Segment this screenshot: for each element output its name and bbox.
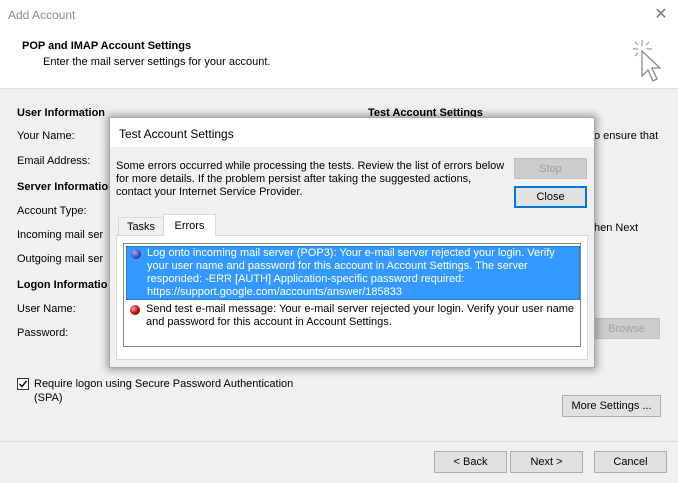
email-address-label: Email Address: bbox=[17, 155, 91, 167]
list-item[interactable]: Log onto incoming mail server (POP3): Yo… bbox=[126, 246, 580, 300]
password-label: Password: bbox=[17, 327, 69, 339]
window-title: Add Account bbox=[8, 8, 76, 22]
list-item[interactable]: Send test e-mail message: Your e-mail se… bbox=[126, 303, 580, 333]
test-description-fragment: o ensure that bbox=[594, 130, 659, 142]
spa-label-line2: (SPA) bbox=[34, 392, 63, 404]
next-instruction-fragment: hen Next bbox=[594, 222, 639, 234]
tab-errors[interactable]: Errors bbox=[163, 214, 216, 236]
dialog-tabs: Tasks Errors Log onto incoming mail serv… bbox=[116, 214, 588, 360]
header-title: POP and IMAP Account Settings bbox=[22, 40, 192, 52]
dialog-message: Some errors occurred while processing th… bbox=[116, 160, 505, 198]
server-information-heading: Server Information bbox=[17, 181, 115, 193]
browse-button[interactable]: Browse bbox=[593, 318, 660, 339]
dialog-title-bar: Test Account Settings bbox=[110, 118, 594, 147]
logon-information-heading: Logon Informatio bbox=[17, 279, 108, 291]
dialog-title: Test Account Settings bbox=[119, 127, 234, 141]
more-settings-button[interactable]: More Settings ... bbox=[562, 395, 661, 417]
close-button[interactable]: Close bbox=[514, 186, 587, 208]
user-name-label: User Name: bbox=[17, 303, 76, 315]
spa-label: Require logon using Secure Password Auth… bbox=[34, 378, 294, 390]
stop-button[interactable]: Stop bbox=[514, 158, 587, 179]
account-type-label: Account Type: bbox=[17, 205, 87, 217]
error-text: Log onto incoming mail server (POP3): Yo… bbox=[147, 247, 555, 298]
cancel-button[interactable]: Cancel bbox=[594, 451, 667, 473]
errors-tab-panel: Log onto incoming mail server (POP3): Yo… bbox=[116, 235, 588, 360]
header-subtitle: Enter the mail server settings for your … bbox=[43, 56, 271, 68]
spa-checkbox[interactable] bbox=[17, 378, 29, 390]
test-account-settings-dialog: Test Account Settings Some errors occurr… bbox=[109, 117, 595, 368]
your-name-label: Your Name: bbox=[17, 130, 75, 142]
info-error-icon bbox=[131, 249, 141, 259]
user-information-heading: User Information bbox=[17, 107, 106, 119]
outgoing-mail-server-label: Outgoing mail ser bbox=[17, 253, 104, 265]
tab-tasks[interactable]: Tasks bbox=[118, 217, 164, 236]
error-list[interactable]: Log onto incoming mail server (POP3): Yo… bbox=[123, 243, 581, 347]
footer-divider bbox=[0, 441, 678, 442]
incoming-mail-server-label: Incoming mail ser bbox=[17, 229, 104, 241]
error-text: Send test e-mail message: Your e-mail se… bbox=[146, 303, 574, 328]
wizard-cursor-icon bbox=[628, 38, 668, 84]
error-icon bbox=[130, 305, 140, 315]
checkmark-icon bbox=[19, 380, 28, 388]
back-button[interactable]: < Back bbox=[434, 451, 507, 473]
wizard-header: POP and IMAP Account Settings Enter the … bbox=[0, 30, 678, 89]
next-button[interactable]: Next > bbox=[510, 451, 583, 473]
title-bar bbox=[0, 0, 678, 30]
close-icon[interactable]: ✕ bbox=[651, 5, 671, 25]
